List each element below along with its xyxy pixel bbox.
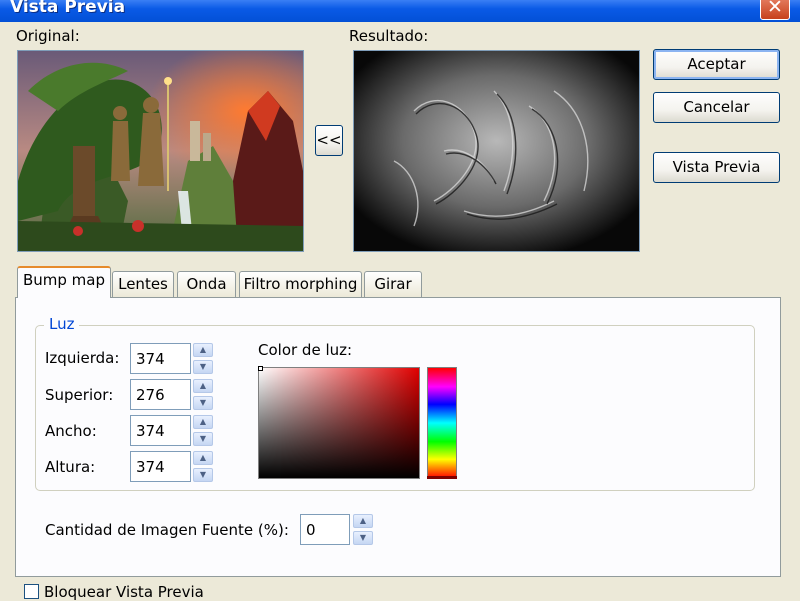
spin-down-icon[interactable]: ▼ bbox=[193, 432, 213, 446]
top-label: Superior: bbox=[45, 386, 114, 404]
tab-onda[interactable]: Onda bbox=[177, 271, 236, 297]
spin-up-icon[interactable]: ▲ bbox=[353, 514, 373, 528]
preview-button[interactable]: Vista Previa bbox=[653, 152, 780, 183]
lock-preview-checkbox[interactable] bbox=[24, 584, 39, 599]
tab-bump-map-label: Bump map bbox=[22, 271, 106, 289]
spin-up-icon[interactable]: ▲ bbox=[193, 415, 213, 429]
lock-preview-label[interactable]: Bloquear Vista Previa bbox=[44, 583, 204, 601]
light-group-title: Luz bbox=[44, 315, 80, 333]
tab-lentes-label: Lentes bbox=[118, 275, 168, 293]
tab-filtro-morphing-label: Filtro morphing bbox=[243, 275, 358, 293]
tab-girar[interactable]: Girar bbox=[364, 271, 422, 297]
hue-slider[interactable] bbox=[427, 367, 457, 479]
top-spinner[interactable]: ▲ ▼ bbox=[193, 379, 213, 410]
result-label: Resultado: bbox=[349, 27, 429, 45]
copy-original-label: << bbox=[316, 131, 342, 149]
spin-down-icon[interactable]: ▼ bbox=[193, 468, 213, 482]
result-image bbox=[354, 51, 639, 251]
width-label: Ancho: bbox=[45, 422, 97, 440]
spin-down-icon[interactable]: ▼ bbox=[193, 360, 213, 374]
tab-bump-map[interactable]: Bump map bbox=[17, 266, 111, 298]
hue-slider-marker[interactable] bbox=[427, 476, 457, 479]
left-spinner[interactable]: ▲ ▼ bbox=[193, 343, 213, 374]
spin-up-icon[interactable]: ▲ bbox=[193, 451, 213, 465]
spin-up-icon[interactable]: ▲ bbox=[193, 343, 213, 357]
left-label: Izquierda: bbox=[45, 349, 120, 367]
tab-lentes[interactable]: Lentes bbox=[112, 271, 174, 297]
source-amount-spinner[interactable]: ▲ ▼ bbox=[353, 514, 373, 545]
cancel-label: Cancelar bbox=[683, 98, 750, 116]
spin-down-icon[interactable]: ▼ bbox=[193, 396, 213, 410]
window-title: Vista Previa bbox=[10, 0, 126, 17]
height-spinner[interactable]: ▲ ▼ bbox=[193, 451, 213, 482]
source-amount-input[interactable] bbox=[300, 514, 350, 545]
copy-original-button[interactable]: << bbox=[315, 125, 343, 156]
color-picker-field[interactable] bbox=[258, 367, 420, 479]
spin-down-icon[interactable]: ▼ bbox=[353, 531, 373, 545]
cancel-button[interactable]: Cancelar bbox=[653, 92, 780, 123]
top-input[interactable] bbox=[130, 379, 191, 410]
spin-up-icon[interactable]: ▲ bbox=[193, 379, 213, 393]
light-color-label: Color de luz: bbox=[258, 341, 353, 359]
tab-onda-label: Onda bbox=[186, 275, 227, 293]
original-image-panel bbox=[17, 50, 304, 252]
original-label: Original: bbox=[16, 27, 80, 45]
accept-label: Aceptar bbox=[687, 55, 746, 73]
accept-button[interactable]: Aceptar bbox=[653, 49, 780, 80]
source-amount-label: Cantidad de Imagen Fuente (%): bbox=[45, 521, 289, 539]
color-picker-cursor[interactable] bbox=[258, 366, 263, 371]
width-spinner[interactable]: ▲ ▼ bbox=[193, 415, 213, 446]
close-button[interactable]: ✕ bbox=[760, 0, 790, 20]
close-icon: ✕ bbox=[767, 0, 783, 18]
height-input[interactable] bbox=[130, 451, 191, 482]
result-image-panel bbox=[353, 50, 640, 252]
original-image bbox=[18, 51, 303, 251]
tab-girar-label: Girar bbox=[374, 275, 412, 293]
left-input[interactable] bbox=[130, 343, 191, 374]
preview-label: Vista Previa bbox=[672, 158, 761, 176]
width-input[interactable] bbox=[130, 415, 191, 446]
height-label: Altura: bbox=[45, 458, 96, 476]
tab-filtro-morphing[interactable]: Filtro morphing bbox=[239, 271, 362, 297]
